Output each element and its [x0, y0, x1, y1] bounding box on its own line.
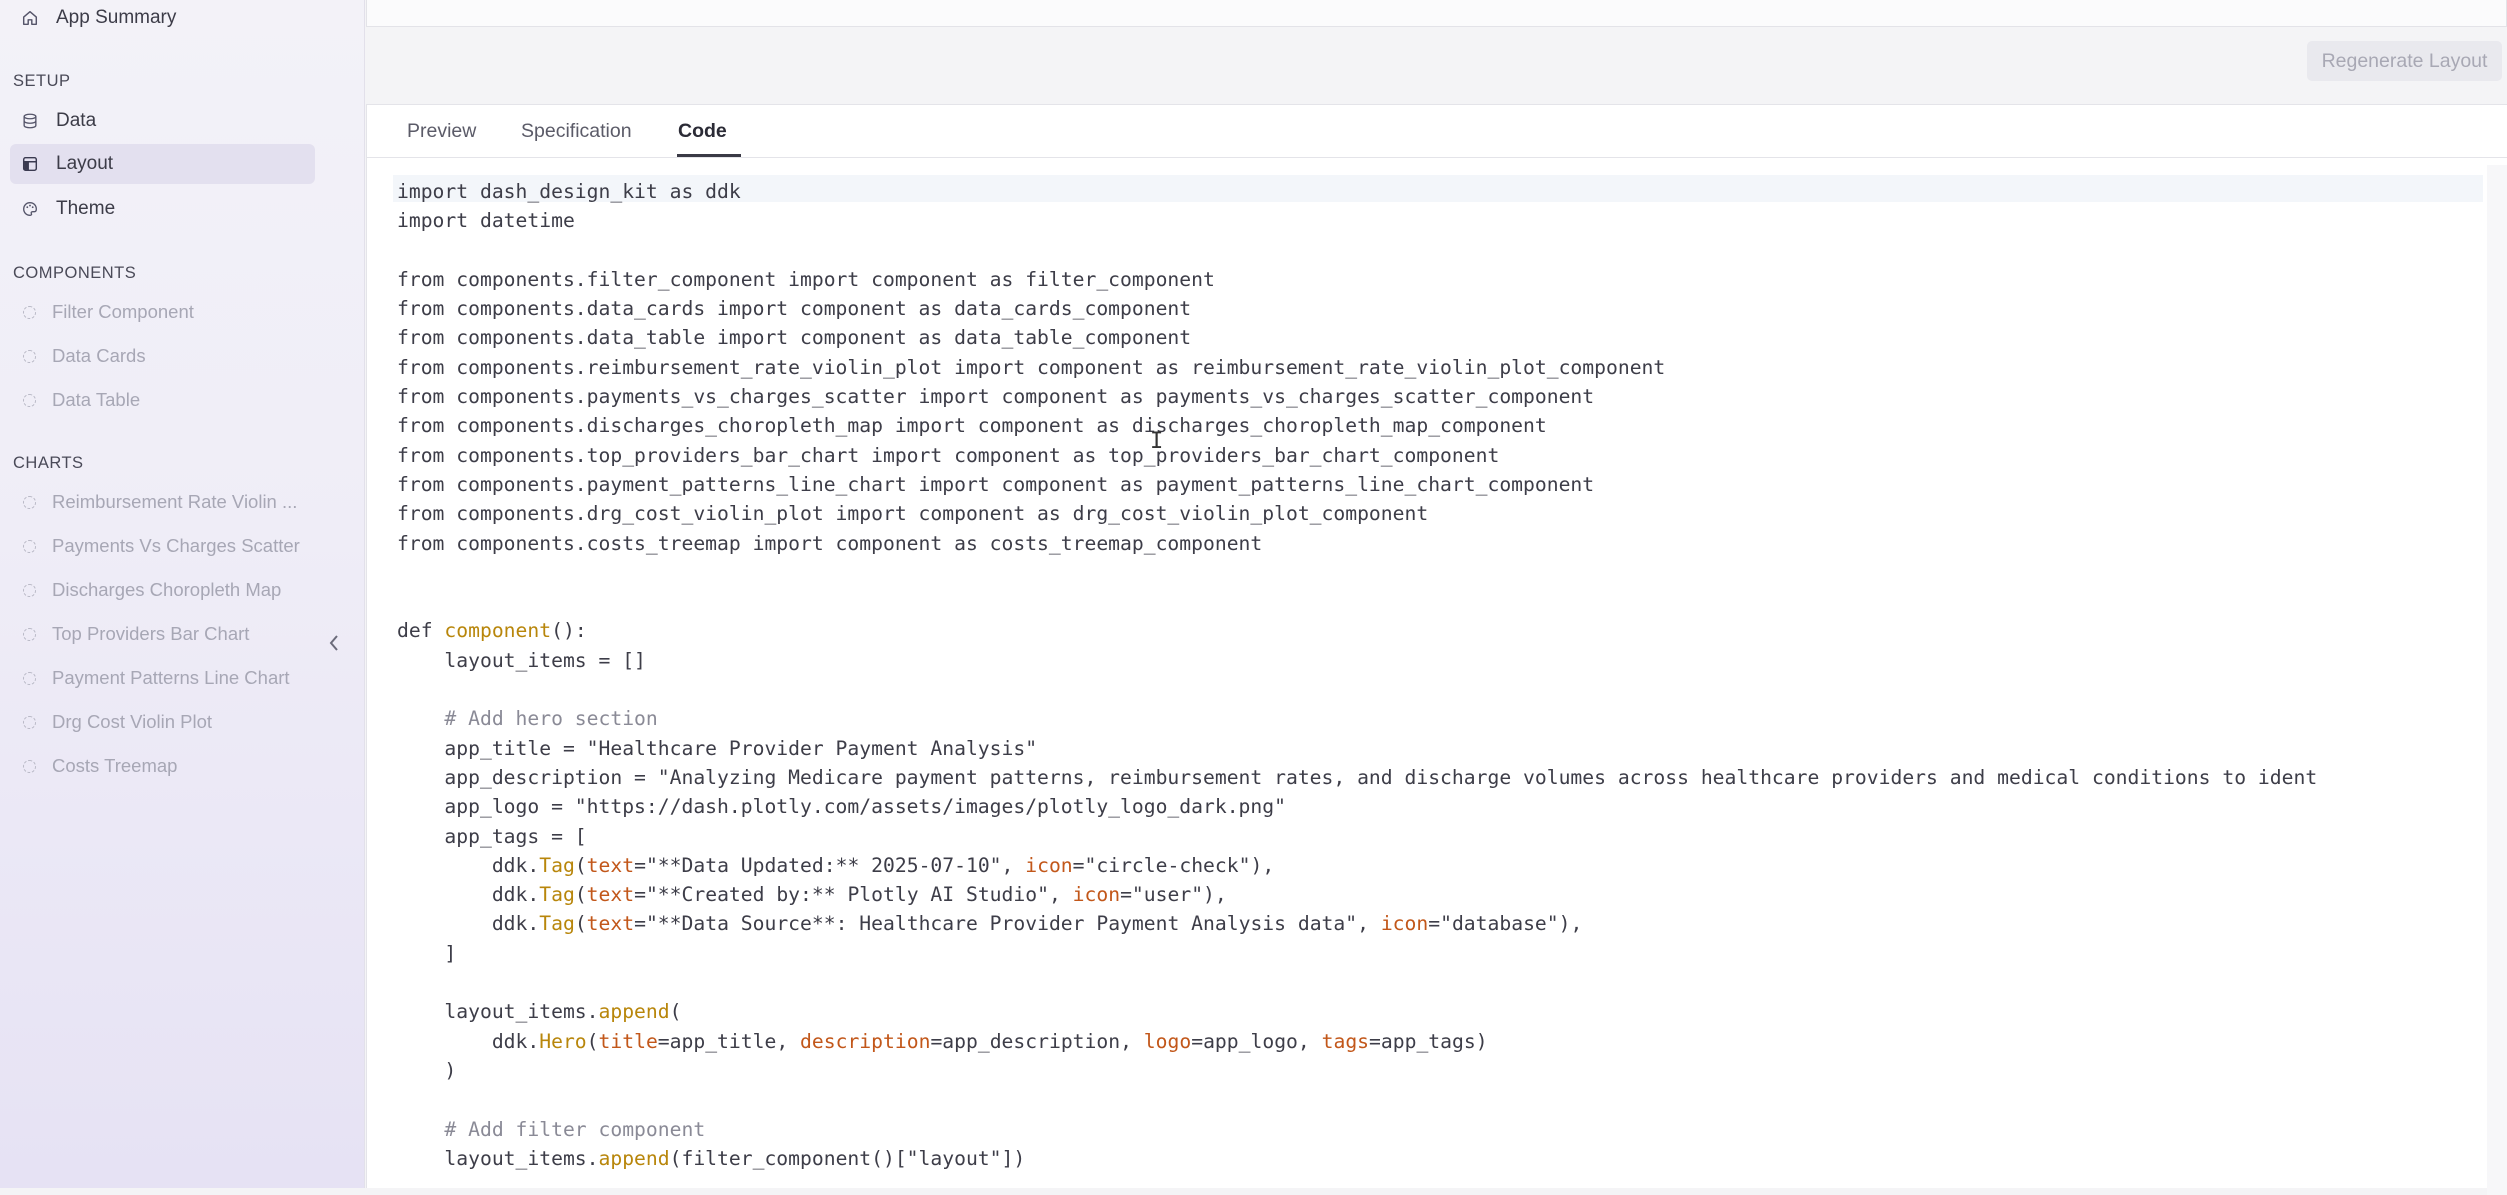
code-line: ddk.Tag(text="**Data Updated:** 2025-07-…: [397, 853, 1275, 877]
section-title-setup: SETUP: [13, 72, 71, 90]
sidebar-item-data[interactable]: Data: [10, 101, 315, 141]
regenerate-layout-button[interactable]: Regenerate Layout: [2307, 41, 2502, 81]
pending-circle-icon: [23, 393, 36, 407]
pending-circle-icon: [23, 305, 36, 319]
sidebar-item-app-summary[interactable]: App Summary: [10, 0, 315, 38]
code-line: ): [397, 1058, 457, 1082]
code-line: app_logo = "https://dash.plotly.com/asse…: [397, 795, 1286, 819]
code-line: from components.costs_treemap import com…: [397, 531, 1263, 555]
code-editor[interactable]: import dash_design_kit as ddk import date…: [367, 159, 2507, 1188]
sidebar-item-label: Costs Treemap: [52, 755, 178, 776]
code-line: ddk.Hero(title=app_title, description=ap…: [397, 1029, 1488, 1053]
main-panel: Preview Specification Code import dash_d…: [366, 104, 2507, 1195]
sidebar-item-theme[interactable]: Theme: [10, 189, 315, 229]
sidebar-item-label: Data: [56, 110, 97, 131]
sidebar-item-payment-patterns[interactable]: Payment Patterns Line Chart: [10, 658, 315, 698]
tab-preview[interactable]: Preview: [407, 105, 476, 158]
code-line: from components.reimbursement_rate_violi…: [397, 355, 1666, 379]
code-line: app_title = "Healthcare Provider Payment…: [397, 736, 1038, 760]
layout-icon: [20, 154, 40, 174]
code-line: # Add hero section: [397, 707, 658, 731]
pending-circle-icon: [23, 495, 36, 509]
code-line: ddk.Tag(text="**Data Source**: Healthcar…: [397, 912, 1583, 936]
section-title-components: COMPONENTS: [13, 264, 137, 282]
pending-circle-icon: [23, 671, 36, 685]
sidebar-item-top-providers[interactable]: Top Providers Bar Chart: [10, 614, 315, 654]
pending-circle-icon: [23, 349, 36, 363]
sidebar-item-data-cards[interactable]: Data Cards: [10, 336, 315, 376]
pending-circle-icon: [23, 759, 36, 773]
code-line: from components.filter_component import …: [397, 267, 1215, 291]
active-tab-indicator: [677, 154, 741, 157]
sidebar-item-reimbursement-violin[interactable]: Reimbursement Rate Violin ...: [10, 482, 315, 522]
sidebar-item-filter-component[interactable]: Filter Component: [10, 292, 315, 332]
chevron-left-icon: [329, 635, 338, 651]
sidebar-item-label: Layout: [56, 153, 114, 174]
pending-circle-icon: [23, 539, 36, 553]
section-title-charts: CHARTS: [13, 454, 84, 472]
code-line: from components.payment_patterns_line_ch…: [397, 472, 1595, 496]
sidebar-item-label: Data Table: [52, 389, 141, 410]
pending-circle-icon: [23, 627, 36, 641]
sidebar-collapse-button[interactable]: [322, 628, 346, 658]
top-bar: [366, 0, 2507, 27]
code-line: layout_items.append(filter_component()["…: [397, 1146, 1026, 1170]
sidebar-item-costs-treemap[interactable]: Costs Treemap: [10, 746, 315, 786]
code-line: from components.discharges_choropleth_ma…: [397, 414, 1547, 438]
code-line: layout_items = []: [397, 648, 646, 672]
sidebar-item-label: Drg Cost Violin Plot: [52, 711, 213, 732]
code-line: app_description = "Analyzing Medicare pa…: [397, 765, 2318, 789]
sidebar-item-label: Payment Patterns Line Chart: [52, 667, 290, 688]
sidebar-item-label: Theme: [56, 198, 116, 219]
code-line: # Add filter component: [397, 1117, 706, 1141]
code-line: ddk.Tag(text="**Created by:** Plotly AI …: [397, 883, 1227, 907]
tab-specification[interactable]: Specification: [521, 105, 632, 158]
code-line: from components.payments_vs_charges_scat…: [397, 385, 1595, 409]
sidebar-item-discharges-map[interactable]: Discharges Choropleth Map: [10, 570, 315, 610]
sidebar-item-drg-cost-violin[interactable]: Drg Cost Violin Plot: [10, 702, 315, 742]
text-cursor: I: [1150, 429, 1164, 454]
code-line: ]: [397, 941, 457, 965]
code-line: from components.data_table import compon…: [397, 326, 1192, 350]
code-line: def component():: [397, 619, 587, 643]
code-block: import dash_design_kit as ddk import date…: [397, 177, 2317, 1173]
pending-circle-icon: [23, 715, 36, 729]
database-icon: [20, 111, 40, 131]
sidebar: App Summary SETUP Data Layout Theme COMP…: [0, 0, 365, 1188]
code-line: from components.data_cards import compon…: [397, 297, 1192, 321]
sidebar-item-label: Discharges Choropleth Map: [52, 579, 282, 600]
tab-code[interactable]: Code: [678, 105, 727, 158]
code-line: layout_items.append(: [397, 1000, 682, 1024]
home-icon: [20, 8, 40, 28]
palette-icon: [20, 199, 40, 219]
pending-circle-icon: [23, 583, 36, 597]
sidebar-item-label: Top Providers Bar Chart: [52, 623, 250, 644]
code-line: app_tags = [: [397, 824, 587, 848]
tab-bar: Preview Specification Code: [367, 105, 2507, 158]
code-line: from components.drg_cost_violin_plot imp…: [397, 502, 1429, 526]
sidebar-item-label: Data Cards: [52, 345, 146, 366]
sidebar-item-payments-scatter[interactable]: Payments Vs Charges Scatter: [10, 526, 315, 566]
sidebar-item-data-table[interactable]: Data Table: [10, 380, 315, 420]
code-line: import datetime: [397, 209, 575, 233]
sidebar-item-label: Payments Vs Charges Scatter: [52, 535, 300, 556]
sidebar-item-label: Filter Component: [52, 301, 194, 322]
sidebar-item-label: App Summary: [56, 7, 177, 28]
sidebar-item-layout[interactable]: Layout: [10, 144, 315, 184]
scrollbar[interactable]: [2487, 165, 2507, 1195]
code-line: from components.top_providers_bar_chart …: [397, 443, 1500, 467]
code-line: import dash_design_kit as ddk: [397, 180, 741, 203]
sidebar-item-label: Reimbursement Rate Violin ...: [52, 491, 298, 512]
